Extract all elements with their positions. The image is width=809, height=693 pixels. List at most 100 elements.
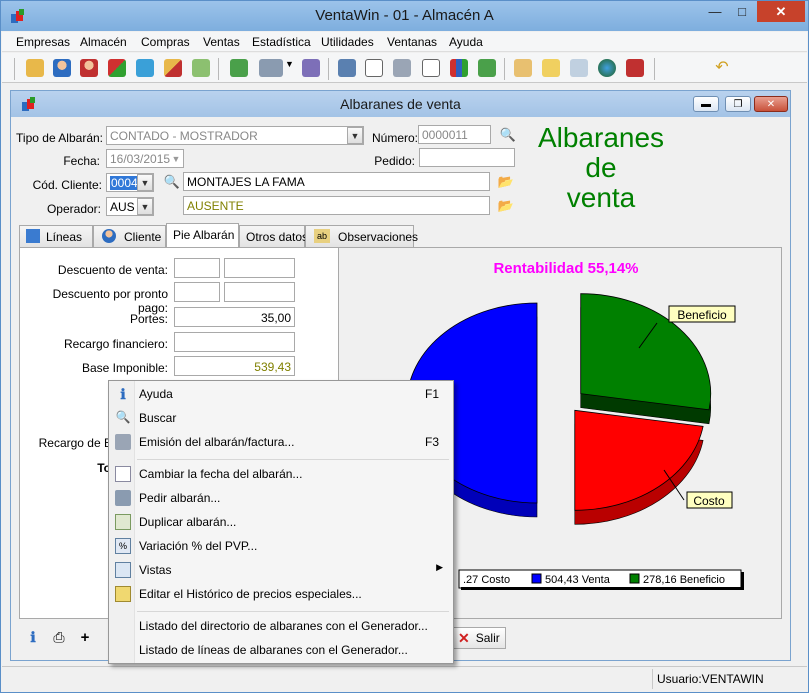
menu-ayuda[interactable]: Ayuda xyxy=(449,35,483,49)
printer-icon xyxy=(115,434,131,450)
form-icon[interactable] xyxy=(365,59,383,77)
main-window: VentaWin - 01 - Almacén A — □ ✕ Empresas… xyxy=(0,0,809,693)
menu-item-label: Ayuda xyxy=(139,387,173,401)
menu-item-vistas[interactable]: Vistas ▶ xyxy=(111,559,451,581)
restore-icon: ❐ xyxy=(733,98,743,110)
descuento-venta-amount[interactable] xyxy=(224,258,295,278)
portes-field[interactable]: 35,00 xyxy=(174,307,295,327)
lines-icon xyxy=(26,229,40,243)
search-icon[interactable]: 🔍 xyxy=(164,174,180,190)
tools-icon[interactable] xyxy=(192,59,210,77)
tipo-albaran-select[interactable]: CONTADO - MOSTRADOR xyxy=(106,126,364,145)
tab-cliente[interactable]: Cliente xyxy=(93,225,166,247)
pedido-field[interactable] xyxy=(419,148,515,167)
big-title-line: venta xyxy=(566,182,636,213)
menu-item-variacion[interactable]: % Variación % del PVP... xyxy=(111,535,451,557)
legend-item-beneficio: 278,16 Beneficio xyxy=(643,574,725,586)
menu-item-cambiar-fecha[interactable]: Cambiar la fecha del albarán... xyxy=(111,463,451,485)
child-restore-button[interactable]: ❐ xyxy=(725,96,751,112)
menu-item-shortcut: F1 xyxy=(424,387,439,401)
globe-icon[interactable] xyxy=(598,59,616,77)
maximize-icon: □ xyxy=(738,4,746,19)
search-icon: 🔍 xyxy=(115,410,131,424)
status-usuario: Usuario:VENTAWIN xyxy=(652,669,804,689)
chart-title: Rentabilidad 55,14% xyxy=(493,260,638,277)
menu-item-emision[interactable]: Emisión del albarán/factura... F3 xyxy=(111,431,451,453)
menu-item-pedir[interactable]: Pedir albarán... xyxy=(111,487,451,509)
user-icon[interactable] xyxy=(53,59,71,77)
puzzle-icon[interactable] xyxy=(136,59,154,77)
close-icon: ✕ xyxy=(458,629,470,646)
notes-icon: ab xyxy=(314,229,330,243)
broom-icon[interactable] xyxy=(164,59,182,77)
descuento-venta-pct[interactable] xyxy=(174,258,220,278)
big-title-line: de xyxy=(585,152,617,183)
tab-observaciones[interactable]: ab Observaciones xyxy=(305,225,418,247)
menu-compras[interactable]: Compras xyxy=(141,35,190,49)
folder-icon[interactable]: 📂 xyxy=(498,174,514,190)
duplicate-icon xyxy=(115,514,131,530)
child-minimize-button[interactable]: ▬ xyxy=(693,96,719,112)
cliente-label: Cód. Cliente: xyxy=(32,178,102,192)
undo-icon[interactable]: ↶ xyxy=(713,59,731,77)
minimize-button[interactable]: — xyxy=(701,1,729,22)
menu-estadistica[interactable]: Estadística xyxy=(252,35,311,49)
cliente-name-field[interactable]: MONTAJES LA FAMA xyxy=(183,172,490,191)
add-button[interactable]: + xyxy=(77,629,93,646)
dropdown-arrow-icon[interactable]: ▼ xyxy=(285,59,294,77)
menu-item-buscar[interactable]: 🔍 Buscar xyxy=(111,407,451,429)
descuento-venta-label: Descuento de venta: xyxy=(57,263,168,277)
chevron-down-icon[interactable]: ▼ xyxy=(137,174,153,191)
menu-almacen[interactable]: Almacén xyxy=(80,35,127,49)
recargo-equivalencia-label: Recargo de E xyxy=(38,436,112,450)
operador-name-field[interactable]: AUSENTE xyxy=(183,196,490,215)
user-icon xyxy=(102,229,116,243)
printer-icon[interactable]: ⎙ xyxy=(51,629,67,645)
info-icon: ℹ xyxy=(120,386,126,402)
bar-chart-icon[interactable] xyxy=(450,59,468,77)
folder-icon[interactable]: 📂 xyxy=(498,198,514,214)
invoice-icon[interactable] xyxy=(338,59,356,77)
menu-item-listado-lineas[interactable]: Listado de líneas de albaranes con el Ge… xyxy=(111,639,451,661)
document-icon[interactable] xyxy=(302,59,320,77)
menu-empresas[interactable]: Empresas xyxy=(16,35,70,49)
folder-icon[interactable] xyxy=(26,59,44,77)
exit-icon[interactable] xyxy=(626,59,644,77)
child-close-button[interactable]: ✕ xyxy=(754,96,788,112)
refresh-icon[interactable] xyxy=(570,59,588,77)
tab-pie-albaran[interactable]: Pie Albarán xyxy=(166,223,239,247)
close-button[interactable]: ✕ xyxy=(757,1,805,22)
menu-item-historico[interactable]: Editar el Histórico de precios especiale… xyxy=(111,583,451,605)
maximize-button[interactable]: □ xyxy=(729,1,755,22)
tab-otros-datos[interactable]: Otros datos xyxy=(239,225,308,247)
recargo-financiero-field[interactable] xyxy=(174,332,295,352)
menu-ventanas[interactable]: Ventanas xyxy=(387,35,437,49)
spreadsheet-icon[interactable] xyxy=(230,59,248,77)
edit-icon[interactable] xyxy=(514,59,532,77)
chevron-down-icon[interactable]: ▼ xyxy=(168,151,184,167)
menu-item-duplicar[interactable]: Duplicar albarán... xyxy=(111,511,451,533)
printer-icon[interactable] xyxy=(393,59,411,77)
views-icon xyxy=(115,562,131,578)
report-icon[interactable] xyxy=(422,59,440,77)
tab-lineas[interactable]: Líneas xyxy=(19,225,93,247)
articles-icon[interactable] xyxy=(108,59,126,77)
info-icon[interactable]: ℹ xyxy=(25,629,41,645)
money-icon[interactable] xyxy=(478,59,496,77)
menu-item-ayuda[interactable]: ℹ Ayuda F1 xyxy=(111,383,451,405)
supplier-icon[interactable] xyxy=(80,59,98,77)
notes-icon[interactable] xyxy=(542,59,560,77)
menu-item-listado-directorio[interactable]: Listado del directorio de albaranes con … xyxy=(111,615,451,637)
menu-utilidades[interactable]: Utilidades xyxy=(321,35,374,49)
numero-field[interactable]: 0000011 xyxy=(418,125,491,144)
truck-icon[interactable] xyxy=(259,59,283,77)
salir-button[interactable]: ✕ Salir xyxy=(452,627,506,649)
chevron-down-icon[interactable]: ▼ xyxy=(137,198,153,215)
close-icon: ✕ xyxy=(766,98,776,110)
menu-ventas[interactable]: Ventas xyxy=(203,35,240,49)
callout-label: Beneficio xyxy=(677,308,727,322)
descuento-pronto-amount[interactable] xyxy=(224,282,295,302)
close-icon: ✕ xyxy=(775,3,787,19)
search-icon[interactable]: 🔍 xyxy=(500,127,516,143)
descuento-pronto-pct[interactable] xyxy=(174,282,220,302)
